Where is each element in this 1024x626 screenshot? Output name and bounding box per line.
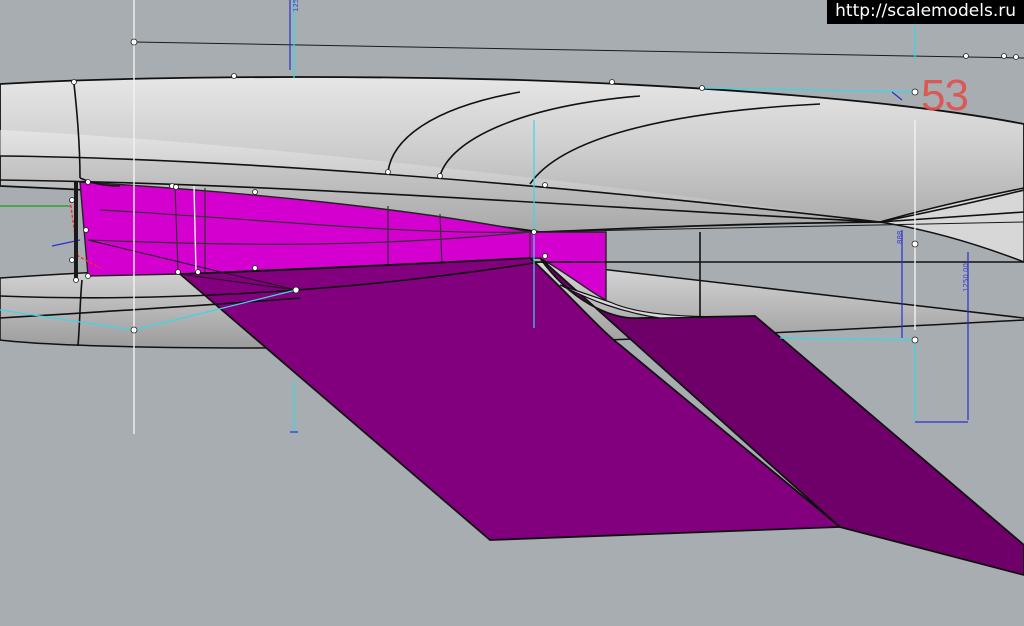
aircraft-number-marking: 53 (921, 71, 969, 120)
site-watermark: http://scalemodels.ru (827, 0, 1024, 24)
dimension-label-short: 888 (896, 230, 904, 244)
cad-viewport[interactable] (0, 0, 1024, 626)
dimension-label-long: 1250,00 (962, 263, 970, 292)
dimension-label-top: 125 (292, 0, 300, 12)
